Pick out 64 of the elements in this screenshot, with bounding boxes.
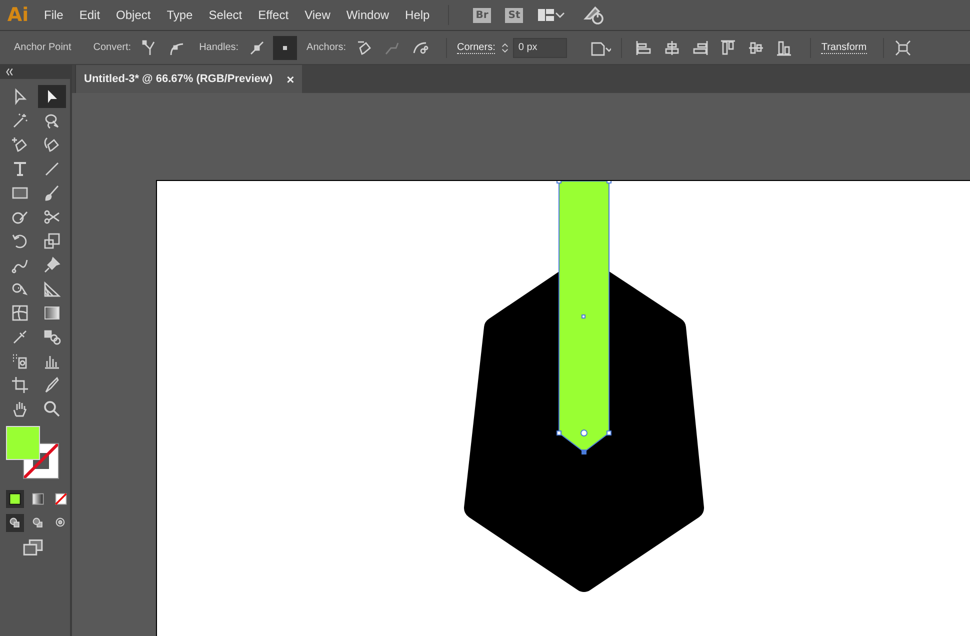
scale-icon bbox=[43, 232, 61, 250]
corners-label[interactable]: Corners: bbox=[457, 42, 496, 54]
menu-item[interactable]: Window bbox=[338, 8, 398, 22]
app-badge[interactable]: Br bbox=[472, 8, 492, 22]
menu-item[interactable]: Effect bbox=[250, 8, 297, 22]
workspace-icon bbox=[537, 6, 556, 24]
document-tab[interactable]: Untitled-3* @ 66.67% (RGB/Preview) × bbox=[75, 65, 302, 93]
align-bottom-icon bbox=[775, 38, 794, 56]
magic-wand-icon bbox=[11, 112, 29, 130]
hide-handles-button[interactable] bbox=[272, 36, 297, 60]
menu-item[interactable]: Type bbox=[158, 8, 201, 22]
blend-icon bbox=[43, 328, 61, 346]
tool-button[interactable] bbox=[38, 85, 66, 108]
align-right-icon bbox=[691, 38, 710, 56]
artboard-icon bbox=[11, 376, 29, 394]
corners-field[interactable]: 0 px bbox=[513, 38, 568, 58]
mesh-icon bbox=[11, 304, 29, 322]
fill-swatch[interactable] bbox=[6, 426, 40, 460]
transform-icon bbox=[894, 38, 912, 56]
menu-item[interactable]: Edit bbox=[71, 8, 108, 22]
menu-item[interactable]: File bbox=[36, 8, 72, 22]
pin-icon bbox=[43, 256, 61, 274]
pen-curve-icon bbox=[43, 136, 61, 154]
handles-line-icon bbox=[248, 38, 266, 56]
gradient-icon bbox=[43, 304, 61, 322]
brush-icon bbox=[43, 184, 61, 202]
hand-icon bbox=[11, 400, 29, 418]
pen-minus-icon bbox=[355, 38, 373, 56]
anchors-label: Anchors: bbox=[306, 42, 346, 53]
sync-icon bbox=[583, 4, 606, 26]
pen-plus-icon bbox=[11, 136, 29, 154]
scissors-icon bbox=[43, 208, 61, 226]
app-badge[interactable]: St bbox=[505, 8, 524, 22]
menu-item[interactable]: Object bbox=[108, 8, 159, 22]
transform-link[interactable]: Transform bbox=[821, 42, 867, 54]
menu-item[interactable]: Help bbox=[397, 8, 438, 22]
line-icon bbox=[43, 160, 61, 178]
gradient-swatch-icon bbox=[31, 491, 45, 507]
app-logo: Ai bbox=[6, 4, 30, 26]
tool-name: Anchor Point bbox=[14, 42, 72, 53]
none-swatch-icon bbox=[54, 491, 68, 507]
caret-icon bbox=[555, 12, 566, 18]
lasso-icon bbox=[43, 112, 61, 130]
anchor-square-icon bbox=[282, 44, 288, 50]
draw-mode-button[interactable] bbox=[6, 514, 24, 532]
document-title: Untitled-3* @ 66.67% (RGB/Preview) bbox=[84, 73, 273, 85]
sprayer-icon bbox=[11, 352, 29, 370]
align-left-icon bbox=[635, 38, 654, 56]
close-button[interactable]: × bbox=[286, 72, 294, 86]
color-mode-button[interactable] bbox=[6, 490, 24, 508]
menu-item[interactable]: Select bbox=[200, 8, 250, 22]
knife-icon bbox=[43, 376, 61, 394]
handles-label: Handles: bbox=[199, 42, 239, 53]
menu-item[interactable]: View bbox=[296, 8, 338, 22]
rotate-icon bbox=[11, 232, 29, 250]
color-swatch-icon bbox=[8, 491, 22, 507]
collapse-icon bbox=[4, 67, 14, 77]
eyedropper-icon bbox=[11, 328, 29, 346]
align-top-icon bbox=[719, 38, 738, 56]
align-center-icon bbox=[663, 38, 682, 56]
type-icon bbox=[11, 160, 29, 178]
convert-label: Convert: bbox=[93, 42, 132, 53]
perspective-grid-icon bbox=[43, 280, 61, 298]
zoom-icon bbox=[43, 400, 61, 418]
